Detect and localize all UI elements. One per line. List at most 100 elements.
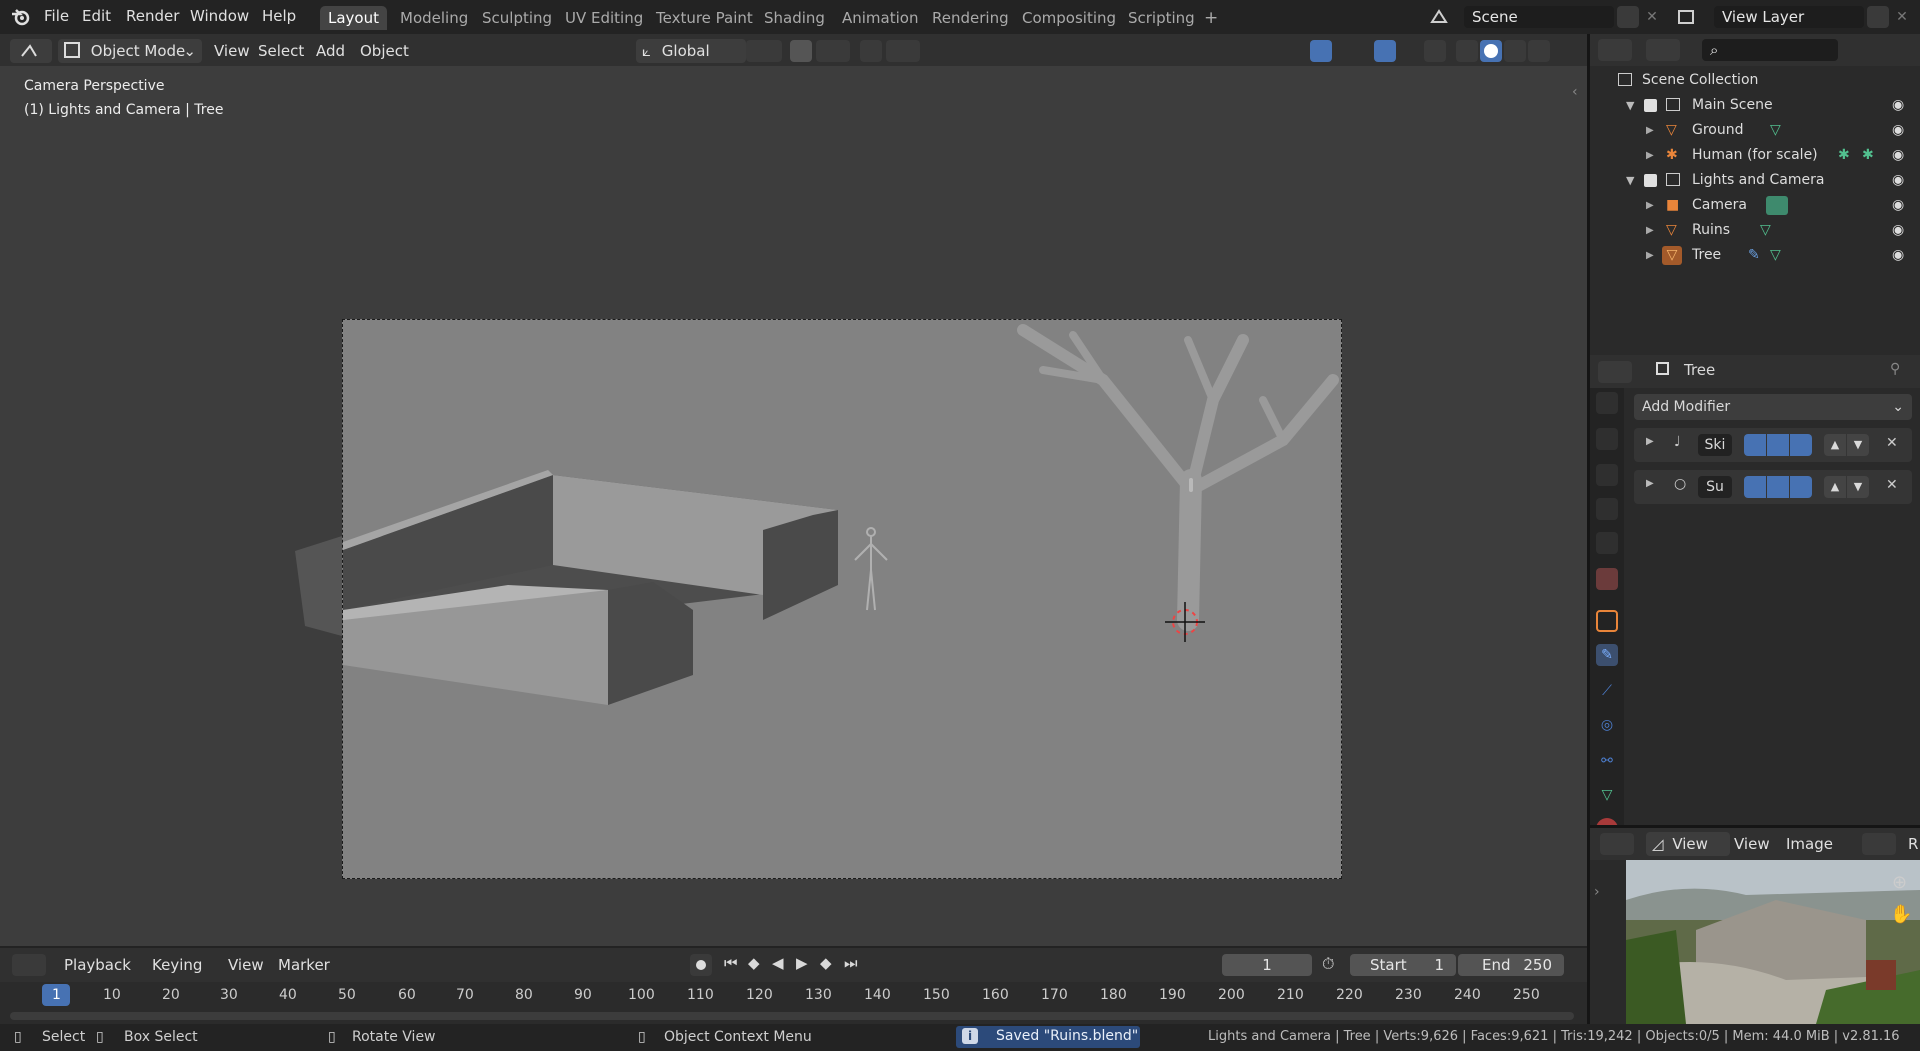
end-frame-field[interactable]: End 250 [1458, 954, 1564, 976]
solid-shading-icon[interactable] [1480, 40, 1502, 62]
move-up-icon[interactable]: ▲ [1824, 476, 1846, 498]
menu-window[interactable]: Window [190, 7, 249, 25]
wrench-modifier-icon[interactable]: ✎ [1748, 243, 1760, 268]
overlay-toggle-icon[interactable] [1374, 40, 1396, 62]
modifier-panel-subsurf[interactable]: ▶ ○ Su ▲ ▼ ✕ [1634, 470, 1912, 504]
tab-world-icon[interactable] [1596, 568, 1618, 590]
pivot-point-icon[interactable] [746, 40, 782, 62]
stopwatch-icon[interactable]: ⏱ [1322, 954, 1334, 974]
tab-output-icon[interactable] [1596, 464, 1618, 486]
remove-modifier-icon[interactable]: ✕ [1886, 477, 1898, 493]
tab-render-icon[interactable] [1596, 428, 1618, 450]
eye-icon[interactable]: ◉ [1892, 218, 1904, 243]
outliner-row-ground[interactable]: ▶ ▽ Ground ▽ ◉ [1590, 118, 1920, 143]
menu-render[interactable]: Render [126, 7, 179, 25]
checkbox-icon[interactable] [1644, 99, 1657, 112]
sidebar-toggle-icon[interactable]: ‹ [1572, 84, 1578, 100]
timeline-editor-type-icon[interactable] [12, 954, 46, 976]
jump-start-icon[interactable]: ⏮ [724, 954, 738, 972]
eye-icon[interactable]: ◉ [1892, 143, 1904, 168]
transform-orientation-dropdown[interactable]: ⟀ Global [636, 39, 746, 63]
outliner-row-lights-and-camera[interactable]: ▼ Lights and Camera ◉ [1590, 168, 1920, 193]
expand-arrow-icon[interactable]: ▶ [1646, 218, 1654, 243]
snap-grid-icon[interactable] [816, 40, 850, 62]
render-toggle-icon[interactable] [1744, 476, 1766, 498]
close-scene-icon[interactable]: ✕ [1641, 6, 1663, 28]
visibility-filter-icon[interactable] [1268, 40, 1302, 62]
tab-layout[interactable]: Layout [320, 6, 387, 30]
tab-constraints-icon[interactable]: ⚯ [1596, 750, 1618, 772]
tab-object-icon[interactable] [1596, 610, 1618, 632]
tab-tool-icon[interactable] [1596, 392, 1618, 414]
new-view-layer-icon[interactable] [1867, 6, 1889, 28]
tab-modifier-wrench-icon[interactable]: ✎ [1596, 644, 1618, 666]
mesh-data-icon[interactable]: ▽ [1770, 243, 1781, 268]
image-editor-type-icon[interactable] [1600, 833, 1634, 855]
camera-data-icon[interactable] [1766, 196, 1788, 215]
keying-menu[interactable]: Keying [146, 953, 208, 977]
xray-toggle-icon[interactable] [1424, 40, 1446, 62]
tab-scripting[interactable]: Scripting [1120, 6, 1203, 30]
tab-texture-paint[interactable]: Texture Paint [648, 6, 761, 30]
eye-icon[interactable]: ◉ [1892, 243, 1904, 268]
menu-edit[interactable]: Edit [82, 7, 111, 25]
timeline-scrollbar[interactable] [10, 1012, 1574, 1020]
tab-view-layer-icon[interactable] [1596, 498, 1618, 520]
expand-arrow-icon[interactable]: ▶ [1646, 143, 1654, 168]
scene-name-field[interactable]: Scene [1464, 6, 1614, 28]
mesh-data-icon[interactable]: ▽ [1770, 118, 1781, 143]
image-browse-icon[interactable] [1862, 833, 1896, 855]
display-mode-icon[interactable] [1646, 39, 1680, 61]
move-up-icon[interactable]: ▲ [1824, 434, 1846, 456]
3d-viewport[interactable]: Camera Perspective (1) Lights and Camera… [0, 66, 1587, 946]
falloff-curve-icon[interactable] [886, 40, 920, 62]
eye-icon[interactable]: ◉ [1892, 93, 1904, 118]
image-view-menu[interactable]: View [1728, 832, 1776, 856]
tab-scene-icon[interactable] [1596, 532, 1618, 554]
zoom-icon[interactable]: ⊕ [1892, 872, 1907, 893]
editmode-toggle-icon[interactable] [1790, 434, 1812, 456]
eye-icon[interactable]: ◉ [1892, 193, 1904, 218]
object-menu[interactable]: Object [354, 39, 415, 63]
menu-file[interactable]: File [44, 7, 69, 25]
wireframe-shading-icon[interactable] [1456, 40, 1478, 62]
armature-data-icon[interactable]: ✱ [1838, 143, 1850, 168]
tab-animation[interactable]: Animation [834, 6, 926, 30]
outliner-row-scene-collection[interactable]: Scene Collection [1590, 68, 1920, 93]
move-down-icon[interactable]: ▼ [1847, 476, 1869, 498]
blender-logo-icon[interactable] [10, 7, 32, 27]
gizmo-toggle-icon[interactable] [1310, 40, 1332, 62]
material-shading-icon[interactable] [1504, 40, 1526, 62]
tab-data-icon[interactable]: ▽ [1596, 784, 1618, 806]
current-frame-field[interactable]: 1 [1222, 954, 1312, 976]
outliner-row-human[interactable]: ▶ ✱ Human (for scale) ✱ ✱ ◉ [1590, 143, 1920, 168]
view-layer-field[interactable]: View Layer [1714, 6, 1864, 28]
tab-shading[interactable]: Shading [756, 6, 833, 30]
eye-icon[interactable]: ◉ [1892, 118, 1904, 143]
eye-icon[interactable]: ◉ [1892, 168, 1904, 193]
record-icon[interactable] [690, 954, 712, 976]
tab-particles-icon[interactable]: ⟋ [1596, 680, 1618, 702]
expand-arrow-icon[interactable]: ▼ [1626, 168, 1634, 193]
viewport-toggle-icon[interactable] [1767, 476, 1789, 498]
modifier-panel-skin[interactable]: ▶ ♩ Ski ▲ ▼ ✕ [1634, 428, 1912, 462]
marker-menu[interactable]: Marker [272, 953, 336, 977]
outliner-row-main-scene[interactable]: ▼ Main Scene ◉ [1590, 93, 1920, 118]
editmode-toggle-icon[interactable] [1790, 476, 1812, 498]
snap-toggle-icon[interactable] [790, 40, 812, 62]
expand-arrow-icon[interactable]: ▶ [1646, 436, 1654, 447]
expand-arrow-icon[interactable]: ▶ [1646, 478, 1654, 489]
hand-pan-icon[interactable]: ✋ [1890, 904, 1912, 925]
prev-keyframe-icon[interactable]: ◆ [748, 954, 760, 972]
render-toggle-icon[interactable] [1744, 434, 1766, 456]
modifier-name-field[interactable]: Ski [1698, 434, 1732, 456]
outliner-search-input[interactable]: ⌕ [1702, 39, 1838, 61]
new-scene-icon[interactable] [1617, 6, 1639, 28]
outliner-row-tree[interactable]: ▶ ▽ Tree ✎ ▽ ◉ [1590, 243, 1920, 268]
tab-compositing[interactable]: Compositing [1014, 6, 1124, 30]
jump-end-icon[interactable]: ⏭ [844, 954, 858, 972]
view-menu[interactable]: View [208, 39, 256, 63]
reference-photo[interactable] [1626, 860, 1920, 1024]
image-menu[interactable]: Image [1780, 832, 1839, 856]
play-reverse-icon[interactable]: ◀ [772, 954, 784, 972]
